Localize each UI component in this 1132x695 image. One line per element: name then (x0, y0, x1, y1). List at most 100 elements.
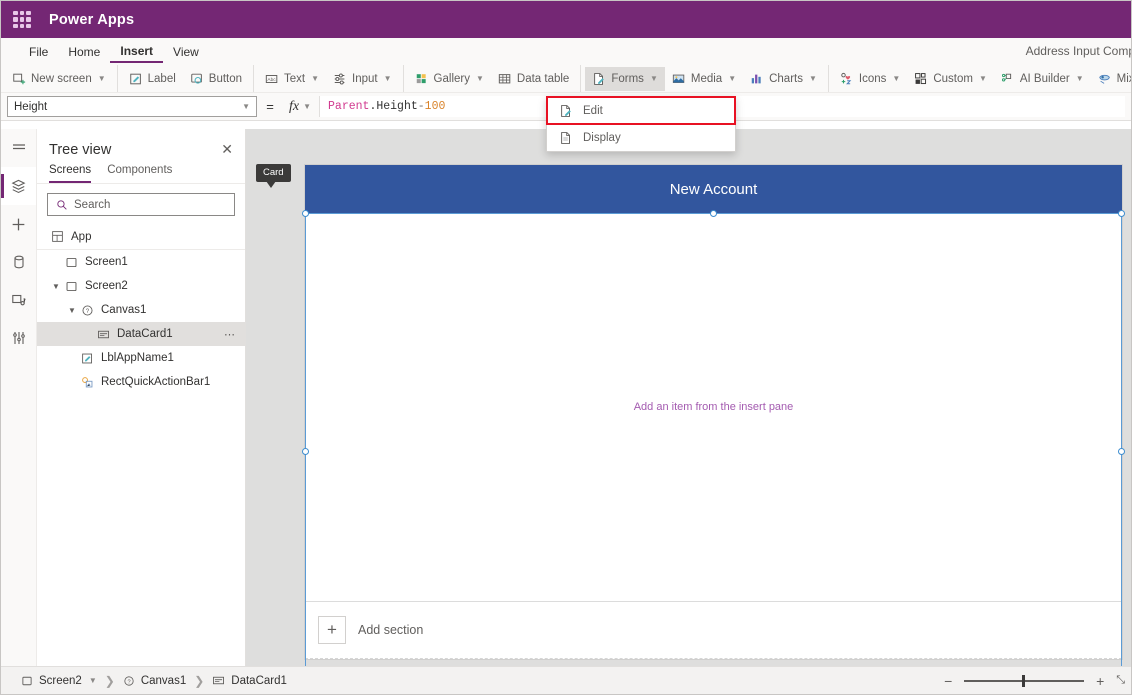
hamburger-icon[interactable] (1, 129, 36, 167)
tree-node-label: Canvas1 (101, 304, 147, 316)
chevron-down-icon[interactable]: ▼ (89, 676, 97, 685)
breadcrumb-label: DataCard1 (231, 674, 287, 687)
charts-button[interactable]: Charts ▼ (743, 67, 824, 91)
plus-icon[interactable]: + (318, 616, 346, 644)
media-button[interactable]: Media ▼ (665, 67, 743, 91)
icons-button[interactable]: Icons ▼ (833, 67, 907, 91)
ribbon-tab-file[interactable]: File (19, 41, 58, 62)
mixed-reality-icon (1098, 72, 1112, 86)
chevron-down-icon: ▼ (303, 102, 312, 111)
label-button-label: Label (147, 72, 176, 85)
breadcrumb: Screen2 ▼ ❯ ? Canvas1 ❯ DataCard1 (1, 674, 295, 688)
tree-view-panel: Tree view ✕ Screens Components Search Ap… (37, 129, 246, 666)
close-icon[interactable]: ✕ (221, 141, 233, 158)
design-canvas[interactable]: New Account Add an item from the insert … (246, 129, 1131, 666)
fx-icon: fx (289, 98, 300, 114)
gallery-icon (415, 72, 429, 86)
data-table-button[interactable]: Data table (491, 67, 576, 91)
insert-icon[interactable] (1, 205, 36, 243)
tab-screens[interactable]: Screens (49, 164, 92, 183)
property-selector-value: Height (14, 100, 48, 113)
tree-node-label: Screen2 (85, 280, 128, 292)
add-section-row[interactable]: + Add section (305, 601, 1122, 659)
left-icon-rail (1, 129, 37, 666)
breadcrumb-label: Screen2 (39, 674, 82, 687)
charts-icon (750, 72, 764, 86)
fit-to-screen-button[interactable]: ⤡ (1116, 674, 1125, 687)
custom-button[interactable]: Custom ▼ (907, 67, 994, 91)
icons-button-label: Icons (858, 72, 887, 85)
chevron-down-icon: ▼ (808, 74, 817, 83)
svg-text:?: ? (127, 679, 130, 685)
waffle-icon[interactable] (13, 10, 31, 29)
app-icon (49, 230, 65, 243)
ribbon-tab-view[interactable]: View (163, 41, 209, 62)
tree-node-label: App (71, 230, 92, 243)
ribbon-tab-insert[interactable]: Insert (110, 40, 164, 63)
breadcrumb-item-screen2[interactable]: Screen2 ▼ (13, 675, 105, 687)
more-options-icon[interactable]: ⋯ (224, 328, 236, 341)
zoom-slider[interactable] (964, 674, 1085, 687)
formula-token-property: .Height (369, 100, 418, 113)
search-input[interactable]: Search (47, 193, 235, 216)
chevron-down-icon: ▼ (728, 74, 737, 83)
tree-node-screen2[interactable]: ▼ Screen2 (37, 274, 245, 298)
ribbon-tab-home[interactable]: Home (58, 41, 110, 62)
chevron-down-icon: ▼ (892, 74, 901, 83)
fx-button[interactable]: fx ▼ (283, 96, 321, 117)
screen-icon (63, 256, 79, 269)
button-icon (190, 72, 204, 86)
tree-view-header: Tree view ✕ (37, 129, 245, 164)
tree-view-icon[interactable] (1, 167, 36, 205)
tree-node-rectquickactionbar1[interactable]: RectQuickActionBar1 (37, 370, 245, 394)
menu-item-edit[interactable]: Edit (546, 96, 736, 125)
tree-node-app[interactable]: App (37, 224, 245, 250)
breadcrumb-label: Canvas1 (140, 674, 187, 687)
chevron-down-icon: ▼ (978, 74, 987, 83)
zoom-slider-knob[interactable] (1021, 674, 1025, 687)
input-button[interactable]: Input ▼ (326, 67, 399, 91)
advanced-tools-icon[interactable] (1, 319, 36, 357)
empty-form-hint: Add an item from the insert pane (633, 401, 794, 413)
form-title: New Account (669, 180, 758, 198)
breadcrumb-item-datacard1[interactable]: DataCard1 (204, 674, 295, 687)
screen-icon (22, 676, 32, 685)
text-button[interactable]: Abc Text ▼ (258, 67, 326, 91)
custom-button-label: Custom (933, 72, 973, 85)
search-icon (57, 199, 67, 210)
custom-icon (914, 72, 928, 86)
data-table-button-label: Data table (516, 72, 570, 85)
ai-builder-button[interactable]: AI Builder ▼ (994, 67, 1091, 91)
property-selector[interactable]: Height ▼ (7, 96, 257, 117)
text-button-label: Text (284, 72, 306, 85)
form-body[interactable]: Add an item from the insert pane (305, 213, 1122, 601)
tab-components[interactable]: Components (107, 164, 172, 183)
tree-node-canvas1[interactable]: ▼ ? Canvas1 (37, 298, 245, 322)
chevron-down-icon[interactable]: ▼ (49, 282, 63, 291)
mixed-reality-button-label: Mixed Reality (1116, 72, 1131, 85)
data-icon[interactable] (1, 243, 36, 281)
zoom-out-button[interactable]: − (941, 673, 955, 689)
media-library-icon[interactable] (1, 281, 36, 319)
label-icon (79, 352, 95, 365)
menu-item-display[interactable]: Display (547, 124, 735, 151)
app-top-bar: Power Apps (1, 1, 1131, 38)
new-screen-button[interactable]: New screen ▼ (5, 67, 113, 91)
gallery-button-label: Gallery (433, 72, 470, 85)
forms-button[interactable]: Forms ▼ (585, 66, 665, 91)
mixed-reality-button[interactable]: Mixed Reality ▼ (1091, 67, 1131, 91)
tree-node-label: DataCard1 (117, 328, 173, 340)
ribbon-tab-bar: File Home Insert View Address Input Comp (1, 38, 1131, 65)
zoom-in-button[interactable]: + (1093, 673, 1107, 689)
breadcrumb-separator: ❯ (194, 673, 205, 688)
label-button[interactable]: Label (122, 67, 183, 91)
chevron-down-icon[interactable]: ▼ (65, 306, 79, 315)
toolbar-group-basic: Label Button (118, 65, 255, 92)
breadcrumb-item-canvas1[interactable]: ? Canvas1 (115, 675, 194, 687)
tree-node-lblappname1[interactable]: LblAppName1 (37, 346, 245, 370)
button-button[interactable]: Button (183, 67, 249, 91)
app-screen-preview: New Account Add an item from the insert … (305, 165, 1122, 659)
gallery-button[interactable]: Gallery ▼ (408, 67, 491, 91)
tree-node-datacard1[interactable]: DataCard1 ⋯ (37, 322, 245, 346)
tree-node-screen1[interactable]: Screen1 (37, 250, 245, 274)
